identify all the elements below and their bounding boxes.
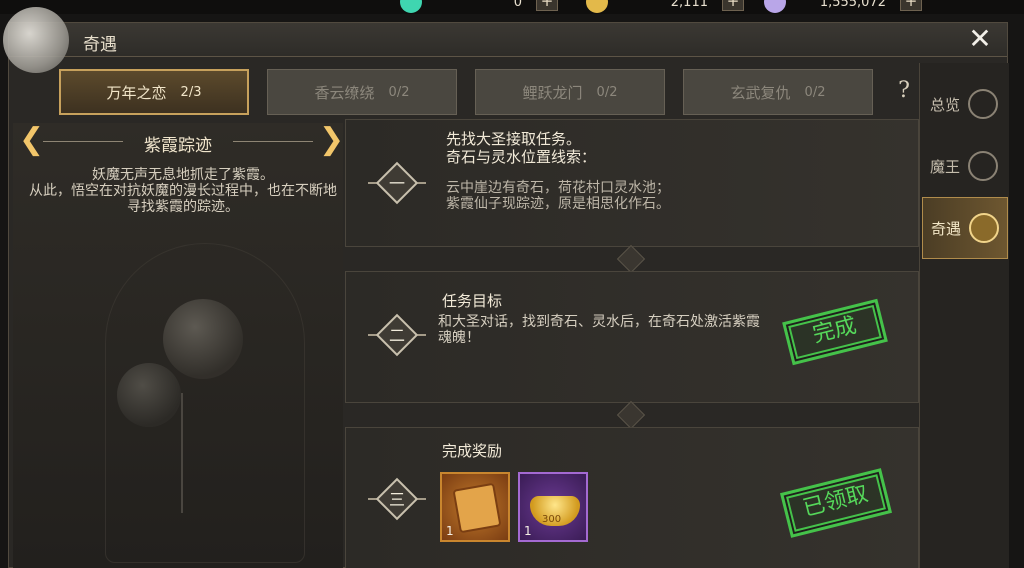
- step-subtitle: 奇石与灵水位置线索：: [446, 148, 597, 166]
- tab-wannianzhilian[interactable]: 万年之恋 2/3: [59, 69, 249, 115]
- step-card-3: 三 完成奖励 1 300 1 已领取: [345, 427, 919, 568]
- step-number: 一: [388, 174, 405, 193]
- resource-silver: 1,555,072 +: [764, 0, 922, 13]
- step-number: 二: [388, 326, 405, 345]
- tab-liyuelongmen[interactable]: 鲤跃龙门 0/2: [475, 69, 665, 115]
- step-card-2: 二 任务目标 和大圣对话，找到奇石、灵水后，在奇石处激活紫霞魂魄！ 完成: [345, 271, 919, 403]
- resource-jade-value: 0: [513, 0, 522, 10]
- jade-icon: [400, 0, 422, 13]
- reward-scroll-item[interactable]: 1: [440, 472, 510, 542]
- reward-gold-ingot-item[interactable]: 300 1: [518, 472, 588, 542]
- tab-xiangyunliaorao[interactable]: 香云缭绕 0/2: [267, 69, 457, 115]
- gold-coin-icon: [586, 0, 608, 13]
- bell-ornament-icon: [163, 299, 243, 379]
- tab-count: 0/2: [804, 84, 826, 100]
- sidenav-label: 奇遇: [931, 219, 962, 238]
- window-title: 奇遇: [83, 35, 117, 55]
- bell-ornament-icon: [117, 363, 181, 427]
- tassel-decoration: [181, 393, 183, 513]
- step-title: 任务目标: [442, 292, 503, 310]
- moon-emblem-icon: [3, 7, 69, 73]
- silver-icon: [764, 0, 786, 13]
- side-nav: 总览 魔王 奇遇: [919, 63, 1009, 568]
- claimed-stamp: 已领取: [779, 468, 893, 538]
- step-connector: [616, 400, 646, 430]
- tab-xuanwufuchou[interactable]: 玄武复仇 0/2: [683, 69, 873, 115]
- tab-count: 0/2: [388, 84, 410, 100]
- story-panel: ❮ ❯ 紫霞踪迹 妖魔无声无息地抓走了紫霞。 从此，悟空在对抗妖魔的漫长过程中，…: [13, 123, 344, 568]
- help-button[interactable]: ?: [889, 65, 919, 117]
- step-connector: [616, 244, 646, 274]
- demon-king-icon: [968, 151, 999, 181]
- tab-label: 鲤跃龙门: [522, 83, 583, 102]
- step-number-badge: 一: [368, 161, 426, 205]
- close-button[interactable]: ✕: [965, 25, 995, 55]
- sidenav-item-encounter[interactable]: 奇遇: [922, 197, 1008, 259]
- step-card-1: 一 先找大圣接取任务。 奇石与灵水位置线索： 云中崖边有奇石，荷花村口灵水池； …: [345, 119, 919, 247]
- sidenav-label: 魔王: [930, 157, 961, 176]
- resource-bar: 0 + 2,111 + 1,555,072 +: [0, 0, 1024, 14]
- step-number: 三: [388, 490, 405, 509]
- tab-label: 香云缭绕: [314, 83, 375, 102]
- resource-gold: 2,111 +: [586, 0, 744, 13]
- scroll-icon: [452, 482, 502, 534]
- completed-stamp: 完成: [782, 298, 888, 366]
- tab-label: 玄武复仇: [730, 83, 791, 102]
- encounter-icon: [969, 213, 1000, 243]
- add-silver-button[interactable]: +: [900, 0, 922, 11]
- step-number-badge: 三: [368, 477, 426, 521]
- step-text: 和大圣对话，找到奇石、灵水后，在奇石处激活紫霞魂魄！: [438, 314, 760, 346]
- title-bar: 奇遇 ✕: [3, 7, 1007, 73]
- add-gold-button[interactable]: +: [722, 0, 744, 11]
- add-jade-button[interactable]: +: [536, 0, 558, 11]
- tab-count: 0/2: [596, 84, 618, 100]
- sidenav-item-overview[interactable]: 总览: [922, 73, 1008, 135]
- sidenav-label: 总览: [930, 95, 961, 114]
- overview-icon: [968, 89, 999, 119]
- tab-count: 2/3: [180, 84, 202, 100]
- story-text: 妖魔无声无息地抓走了紫霞。 从此，悟空在对抗妖魔的漫长过程中，也在不断地寻找紫霞…: [29, 167, 337, 215]
- resource-silver-value: 1,555,072: [819, 0, 886, 10]
- resource-gold-value: 2,111: [670, 0, 708, 10]
- ingot-amount: 300: [542, 514, 562, 525]
- sidenav-item-demon-king[interactable]: 魔王: [922, 135, 1008, 197]
- step-title: 完成奖励: [442, 442, 503, 460]
- story-title: 紫霞踪迹: [144, 136, 212, 156]
- encounter-window: 奇遇 ✕ 万年之恋 2/3 香云缭绕 0/2 鲤跃龙门 0/2 玄武复仇 0/2…: [3, 7, 1009, 568]
- tab-label: 万年之恋: [106, 83, 167, 102]
- resource-jade: 0 +: [400, 0, 558, 13]
- reward-count: 1: [524, 524, 532, 538]
- step-text: 云中崖边有奇石，荷花村口灵水池； 紫霞仙子现踪迹，原是相思化作石。: [446, 180, 670, 212]
- step-number-badge: 二: [368, 313, 426, 357]
- reward-count: 1: [446, 524, 454, 538]
